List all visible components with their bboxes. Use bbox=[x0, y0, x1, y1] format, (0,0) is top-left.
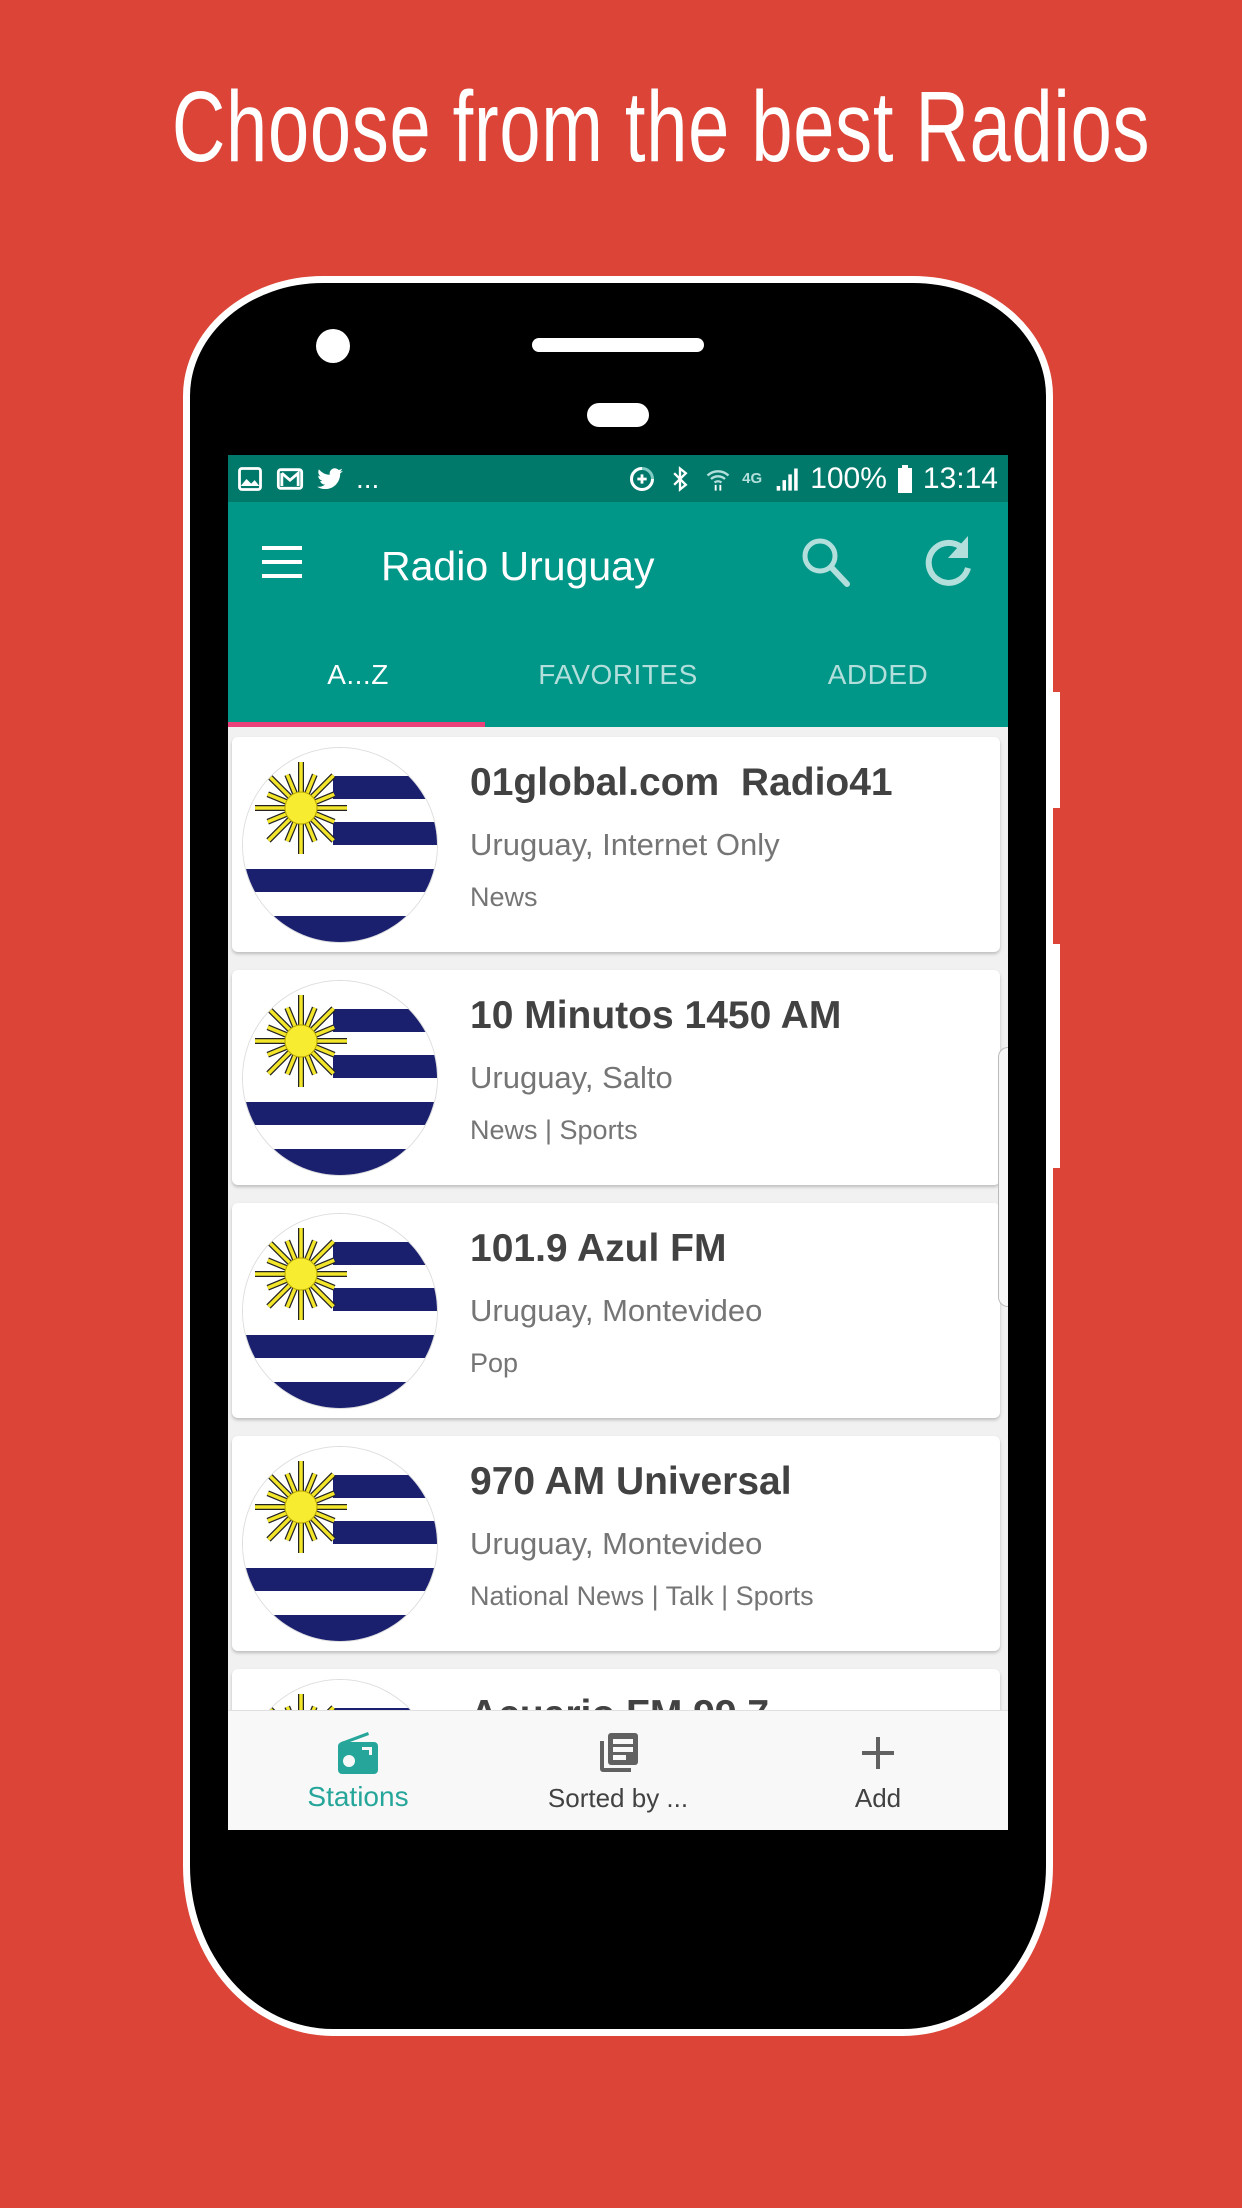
station-logo bbox=[242, 1446, 438, 1642]
search-icon bbox=[802, 538, 850, 587]
scrollbar-thumb[interactable] bbox=[998, 1047, 1008, 1307]
nav-sorted-by[interactable]: Sorted by ... bbox=[488, 1711, 748, 1830]
station-logo bbox=[242, 980, 438, 1176]
station-list[interactable]: 01global.com Radio41 Uruguay, Internet O… bbox=[228, 727, 1008, 1830]
tab-added[interactable]: ADDED bbox=[748, 630, 1008, 727]
status-bar: ... 4G 100% 13:14 bbox=[228, 455, 1008, 502]
station-name: 01global.com Radio41 bbox=[470, 761, 893, 804]
station-card[interactable]: 01global.com Radio41 Uruguay, Internet O… bbox=[232, 737, 1000, 952]
battery-percent: 100% bbox=[810, 461, 887, 495]
station-location: Uruguay, Internet Only bbox=[470, 827, 780, 862]
wifi-icon bbox=[706, 469, 730, 491]
image-icon bbox=[238, 466, 262, 491]
nav-add-label: Add bbox=[854, 1783, 902, 1813]
tab-a-z[interactable]: A...Z bbox=[228, 630, 488, 727]
clock: 13:14 bbox=[922, 461, 998, 495]
station-name: 970 AM Universal bbox=[470, 1460, 792, 1503]
earpiece-speaker bbox=[532, 338, 704, 352]
station-name: 10 Minutos 1450 AM bbox=[470, 994, 842, 1037]
search-button[interactable] bbox=[796, 532, 856, 592]
network-type: 4G bbox=[742, 470, 763, 487]
refresh-icon bbox=[925, 536, 971, 586]
promo-headline: Choose from the best Radios bbox=[0, 62, 1242, 192]
promo-headline-text: Choose from the best Radios bbox=[171, 71, 1151, 183]
nav-sorted-by-label: Sorted by ... bbox=[547, 1783, 689, 1813]
radio-icon bbox=[338, 1732, 378, 1774]
station-name: 101.9 Azul FM bbox=[470, 1227, 727, 1270]
nav-stations-label: Stations bbox=[307, 1781, 409, 1812]
station-location: Uruguay, Salto bbox=[470, 1060, 673, 1095]
tab-favorites[interactable]: FAVORITES bbox=[488, 630, 748, 727]
nav-stations[interactable]: Stations bbox=[228, 1711, 488, 1830]
notification-overflow: ... bbox=[356, 462, 380, 494]
tab-bar: A...Z FAVORITES ADDED bbox=[228, 630, 1008, 727]
app-bar: Radio Uruguay bbox=[228, 502, 1008, 630]
station-logo bbox=[242, 747, 438, 943]
data-saver-icon bbox=[630, 466, 655, 491]
station-location: Uruguay, Montevideo bbox=[470, 1293, 763, 1328]
station-genre: News bbox=[470, 882, 538, 912]
app-title: Radio Uruguay bbox=[381, 543, 655, 589]
bottom-navigation: Stations Sorted by ... Add bbox=[228, 1710, 1008, 1830]
bluetooth-icon bbox=[673, 465, 688, 492]
plus-icon bbox=[862, 1737, 894, 1769]
station-card[interactable]: 101.9 Azul FM Uruguay, Montevideo Pop bbox=[232, 1203, 1000, 1418]
phone-side-button-top bbox=[1052, 692, 1060, 808]
twitter-icon bbox=[317, 467, 343, 489]
menu-button[interactable] bbox=[258, 544, 304, 584]
front-camera bbox=[316, 329, 350, 363]
battery-icon bbox=[897, 464, 912, 493]
gmail-icon bbox=[276, 467, 304, 490]
station-location: Uruguay, Montevideo bbox=[470, 1526, 763, 1561]
station-card[interactable]: 970 AM Universal Uruguay, Montevideo Nat… bbox=[232, 1436, 1000, 1651]
station-logo bbox=[242, 1213, 438, 1409]
library-books-icon bbox=[600, 1733, 638, 1772]
station-card[interactable]: 10 Minutos 1450 AM Uruguay, Salto News |… bbox=[232, 970, 1000, 1185]
station-genre: Pop bbox=[470, 1348, 519, 1378]
nav-add[interactable]: Add bbox=[748, 1711, 1008, 1830]
station-genre: News | Sports bbox=[470, 1115, 638, 1145]
signal-icon bbox=[776, 468, 798, 491]
phone-side-button-bottom bbox=[1052, 944, 1060, 1168]
station-genre: National News | Talk | Sports bbox=[470, 1581, 814, 1611]
phone-screen: ... 4G 100% 13:14 Radio Uruguay A...Z FA… bbox=[228, 455, 1008, 1830]
proximity-sensor bbox=[587, 403, 649, 427]
refresh-button[interactable] bbox=[918, 532, 978, 592]
